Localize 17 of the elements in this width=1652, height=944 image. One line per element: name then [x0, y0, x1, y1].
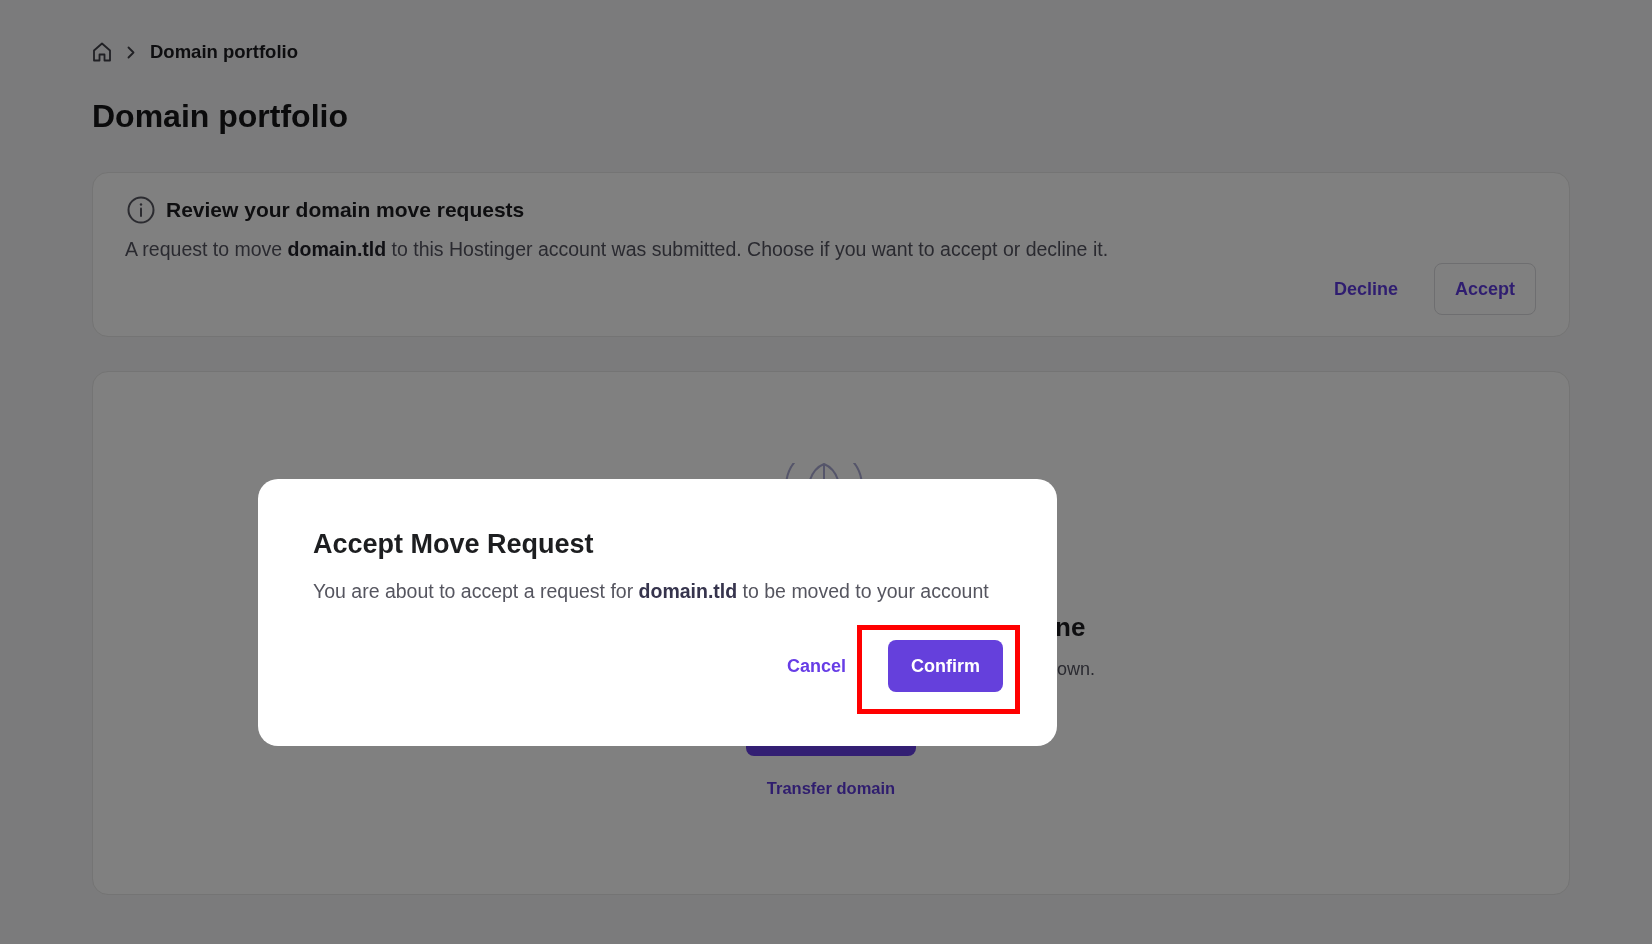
accept-button[interactable]: Accept [1433, 263, 1536, 315]
dialog-title: Accept Move Request [313, 528, 595, 561]
breadcrumb-current: Domain portfolio [150, 40, 298, 65]
dialog-text: You are about to accept a request for domain.tld to be moved to your account [313, 579, 990, 604]
notice-title: Review your domain move requests [166, 197, 525, 224]
home-icon[interactable] [92, 42, 112, 62]
page-title: Domain portfolio [92, 97, 349, 136]
globe-icon [785, 463, 863, 480]
notice-text: A request to move domain.tld to this Hostinger account was submitted. Choose if you want to accept or decline it. [125, 237, 1110, 261]
chevron-right-icon [127, 45, 135, 59]
cancel-button[interactable]: Cancel [774, 640, 858, 692]
transfer-domain-link[interactable]: Transfer domain [746, 777, 916, 799]
confirm-button[interactable]: Confirm [888, 640, 1003, 692]
empty-state-text: own. [1057, 658, 1096, 680]
decline-button[interactable]: Decline [1317, 263, 1414, 315]
info-icon [127, 196, 155, 224]
empty-state-heading: ne [1055, 611, 1086, 643]
